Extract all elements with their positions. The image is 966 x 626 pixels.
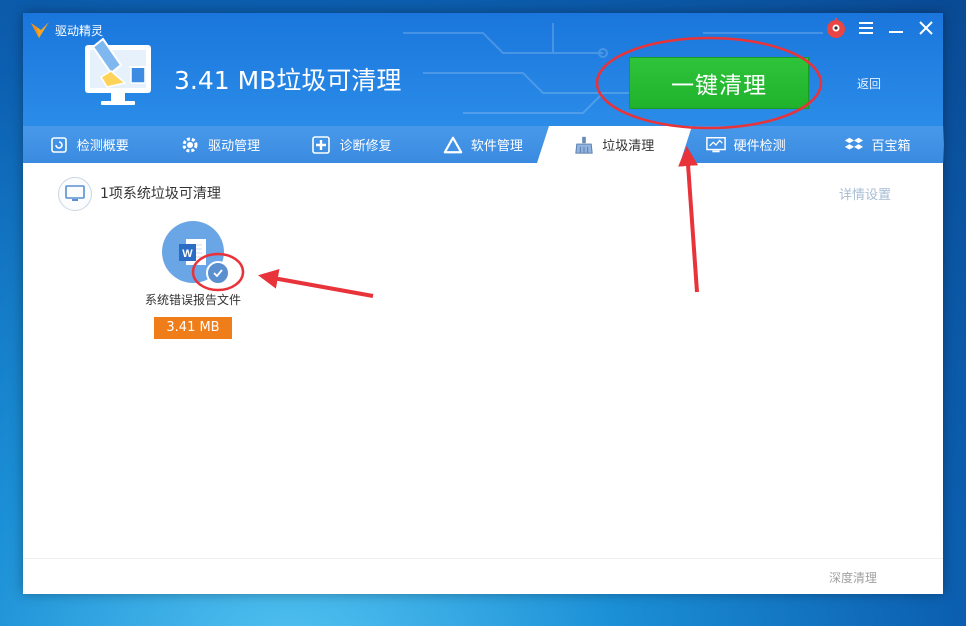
tab-label: 百宝箱 xyxy=(871,139,911,154)
triangle-logo-icon xyxy=(443,135,463,155)
junk-item-toggle[interactable]: W xyxy=(162,221,230,285)
app-window: 驱动精灵 3.41 MB垃圾可清理 一键清理 返回 检测概要 驱动管理 诊断修复… xyxy=(23,13,945,594)
tab-toolbox[interactable]: 百宝箱 xyxy=(811,126,945,163)
tab-hardware-check[interactable]: 硬件检测 xyxy=(679,126,813,163)
svg-text:W: W xyxy=(182,248,193,260)
tab-driver-management[interactable]: 驱动管理 xyxy=(154,126,288,163)
main-tabs: 检测概要 驱动管理 诊断修复 软件管理 垃圾清理 硬件检测 百宝箱 xyxy=(23,126,945,163)
detail-settings-link[interactable]: 详情设置 xyxy=(839,184,891,203)
junk-clean-panel: 1项系统垃圾可清理 详情设置 W 系统错误报告文件 3.41 MB xyxy=(23,163,943,558)
minimize-icon[interactable] xyxy=(885,17,907,39)
refresh-icon xyxy=(49,135,69,155)
tab-label: 驱动管理 xyxy=(208,139,261,154)
junk-item-size-badge: 3.41 MB xyxy=(154,317,232,339)
checked-icon[interactable] xyxy=(206,261,230,285)
tab-label: 检测概要 xyxy=(76,139,129,154)
monitor-chart-icon xyxy=(705,135,726,155)
window-controls xyxy=(825,17,937,39)
back-link[interactable]: 返回 xyxy=(857,75,881,92)
tab-label: 诊断修复 xyxy=(339,139,392,154)
broom-icon xyxy=(574,135,594,155)
header: 驱动精灵 3.41 MB垃圾可清理 一键清理 返回 xyxy=(23,13,943,126)
junk-size-headline: 3.41 MB垃圾可清理 xyxy=(174,66,402,95)
one-click-clean-button[interactable]: 一键清理 xyxy=(629,57,809,109)
mascot-icon[interactable] xyxy=(825,17,847,39)
tab-label: 软件管理 xyxy=(470,139,523,154)
tab-label: 垃圾清理 xyxy=(602,139,655,154)
close-icon[interactable] xyxy=(915,17,937,39)
gear-icon xyxy=(180,135,200,155)
menu-icon[interactable] xyxy=(855,17,877,39)
tab-junk-clean[interactable]: 垃圾清理 xyxy=(536,126,682,163)
junk-item-name: 系统错误报告文件 xyxy=(144,293,241,307)
tab-diagnose-repair[interactable]: 诊断修复 xyxy=(285,126,419,163)
word-document-icon: W xyxy=(179,239,206,265)
clean-monitor-icon xyxy=(85,37,151,105)
footer: 深度清理 xyxy=(23,558,943,594)
tab-label: 硬件检测 xyxy=(733,139,786,154)
junk-item: W 系统错误报告文件 3.41 MB xyxy=(129,221,257,339)
section-title: 1项系统垃圾可清理 xyxy=(100,186,221,202)
box-icon xyxy=(844,135,864,155)
deep-clean-link[interactable]: 深度清理 xyxy=(829,569,877,586)
tab-software-management[interactable]: 软件管理 xyxy=(417,126,550,163)
computer-icon xyxy=(58,177,92,211)
medical-cross-icon xyxy=(311,135,331,155)
logo-icon xyxy=(31,22,49,38)
tab-overview[interactable]: 检测概要 xyxy=(23,126,156,163)
